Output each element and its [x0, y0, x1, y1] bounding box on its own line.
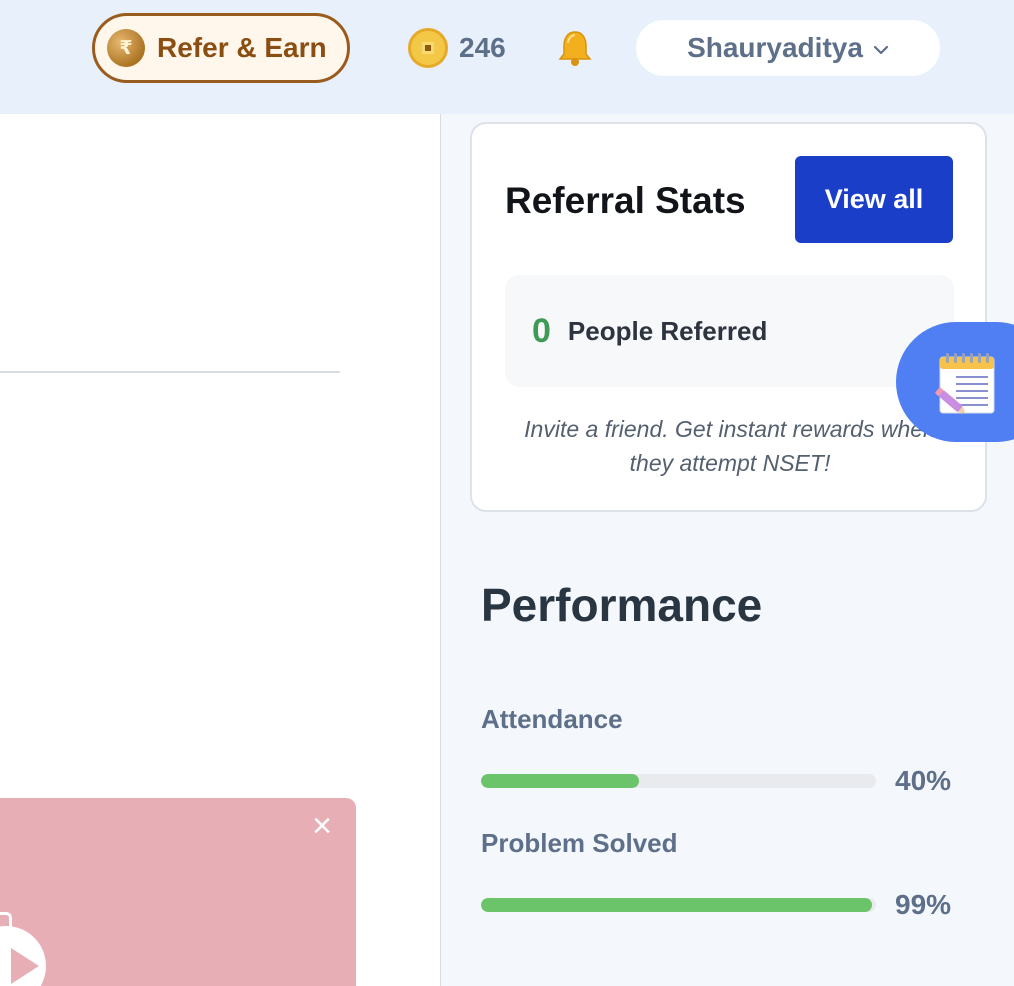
referral-stats-card: Referral Stats View all 0 People Referre… — [470, 122, 987, 512]
notepad-fab-button[interactable] — [896, 322, 1014, 442]
coin-count: 246 — [459, 32, 506, 63]
rupee-symbol: ₹ — [119, 37, 133, 59]
notepad-icon — [935, 353, 995, 414]
view-all-button[interactable]: View all — [795, 156, 953, 243]
content-divider — [0, 371, 340, 373]
user-menu-button[interactable]: Shauryaditya — [636, 20, 940, 76]
problem-solved-label: Problem Solved — [481, 828, 678, 858]
chevron-down-icon — [873, 45, 889, 55]
referral-note: Invite a friend. Get instant rewards whe… — [524, 416, 936, 476]
people-referred-box: 0 People Referred — [505, 275, 954, 387]
refer-and-earn-label: Refer & Earn — [157, 32, 327, 63]
referral-stats-title: Referral Stats — [505, 180, 746, 221]
coin-balance: 246 — [408, 28, 506, 68]
play-icon — [11, 948, 39, 984]
play-button[interactable] — [0, 926, 46, 986]
bell-icon[interactable] — [554, 27, 596, 69]
attendance-label: Attendance — [481, 704, 623, 734]
promo-banner: × — [0, 798, 356, 986]
attendance-progress-fill — [481, 774, 639, 788]
performance-title: Performance — [481, 579, 763, 631]
attendance-progress-bar — [481, 774, 876, 788]
top-bar: ₹ Refer & Earn 246 Shauryaditya — [0, 0, 1014, 114]
problem-solved-progress-bar — [481, 898, 876, 912]
referred-count: 0 — [532, 311, 551, 350]
problem-solved-value: 99% — [895, 889, 952, 920]
username-label: Shauryaditya — [687, 32, 863, 63]
attendance-value: 40% — [895, 765, 952, 796]
coin-icon — [408, 28, 448, 68]
referred-label: People Referred — [567, 315, 768, 346]
problem-solved-progress-fill — [481, 898, 873, 912]
refer-and-earn-button[interactable]: ₹ Refer & Earn — [92, 13, 350, 83]
rupee-coin-icon: ₹ — [107, 29, 145, 67]
close-icon[interactable]: × — [306, 809, 338, 843]
sidebar-divider — [440, 114, 441, 986]
